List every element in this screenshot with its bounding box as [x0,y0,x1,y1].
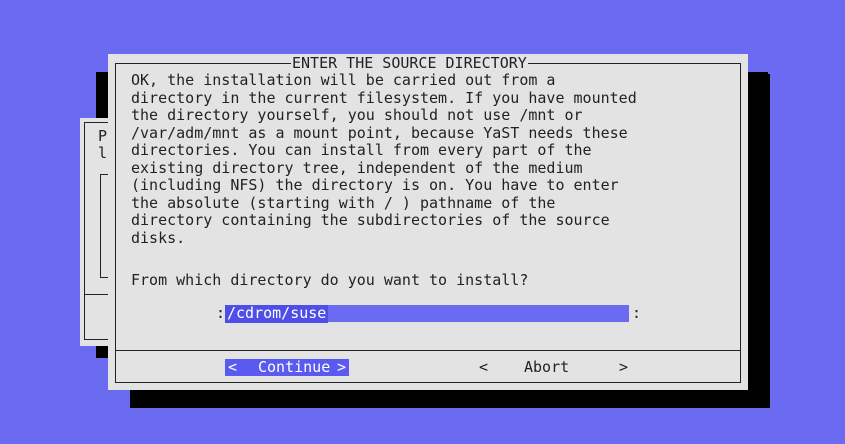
abort-button[interactable]: < Abort > [479,359,629,376]
message-line: directory containing the subdirectories … [131,211,610,229]
abort-button-label: Abort [524,358,570,376]
background-dialog-text-1: P [98,127,108,145]
message-line: OK, the installation will be carried out… [131,71,556,89]
dialog-message: OK, the installation will be carried out… [131,71,637,247]
abort-left-chevron: < [479,358,489,376]
source-directory-dialog: ENTER THE SOURCE DIRECTORY OK, the insta… [108,54,748,390]
input-left-delimiter: : [216,304,226,322]
message-line: the directory yourself, you should not u… [131,106,583,124]
continue-button[interactable]: < Continue > [225,359,349,376]
message-line: directory in the current filesystem. If … [131,88,637,107]
message-line: (including NFS) the directory is on. You… [131,176,619,194]
message-line: directories. You can install from every … [131,141,592,159]
button-area-divider [115,350,741,351]
continue-left-chevron: < [228,358,238,376]
input-right-delimiter: : [632,304,642,322]
dialog-title: ENTER THE SOURCE DIRECTORY [291,54,528,72]
install-prompt: From which directory do you want to inst… [131,271,529,289]
source-directory-input[interactable]: /cdrom/suse [225,304,629,323]
message-line: the absolute (starting with / ) pathname… [131,193,556,212]
message-line: existing directory tree, independent of … [131,158,583,177]
message-line: /var/adm/mnt as a mount point, because Y… [131,123,628,142]
continue-right-chevron: > [337,358,347,376]
message-line: disks. [131,228,186,247]
abort-right-chevron: > [619,358,629,376]
source-directory-value: /cdrom/suse [225,304,329,323]
continue-button-label: Continue [258,358,331,376]
background-dialog-text-2: l [98,144,108,162]
